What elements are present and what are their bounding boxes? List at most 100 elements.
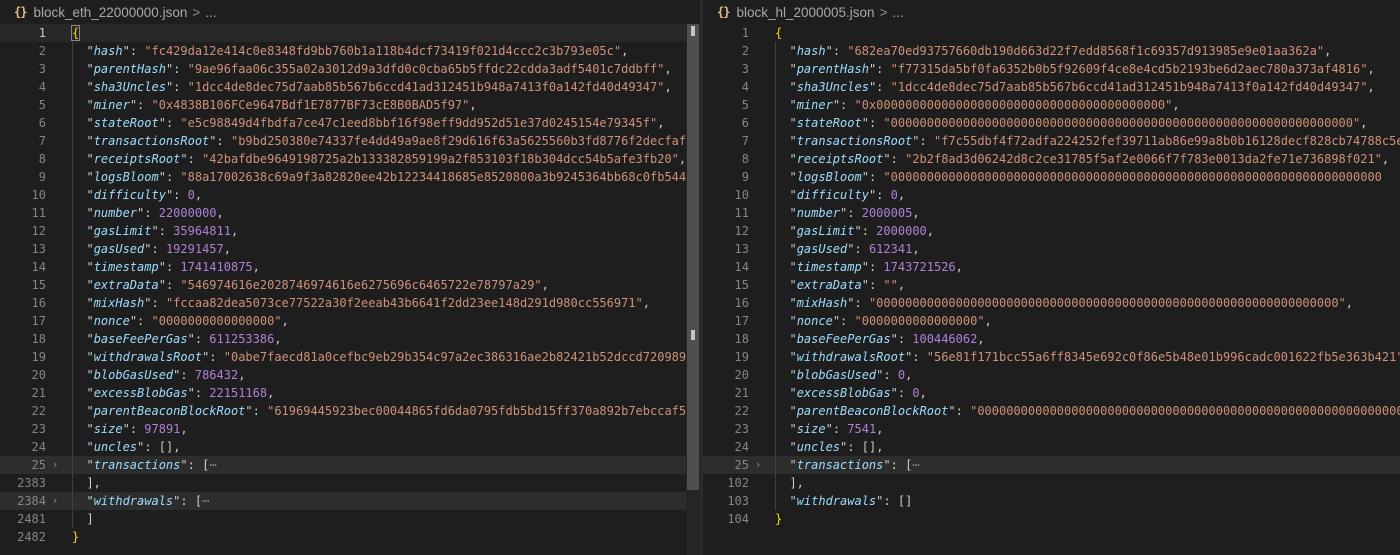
code-line[interactable]: 2481 ] [0,510,700,528]
code-line[interactable]: 8 "receiptsRoot": "2b2f8ad3d06242d8c2ce3… [703,150,1400,168]
code-line[interactable]: 24 "uncles": [], [703,438,1400,456]
code-line[interactable]: 6 "stateRoot": "e5c98849d4fbdfa7ce47c1ee… [0,114,700,132]
code-line[interactable]: 10 "difficulty": 0, [703,186,1400,204]
code-line[interactable]: 1{ [0,24,700,42]
right-editor-pane[interactable]: {} block_hl_2000005.json > ... 1{2 "hash… [703,0,1400,555]
code-line[interactable]: 11 "number": 2000005, [703,204,1400,222]
code-line[interactable]: 2384 › "withdrawals": [⋯ [0,492,700,510]
indent-guide [72,276,73,294]
code-line[interactable]: 23 "size": 7541, [703,420,1400,438]
code-line[interactable]: 4 "sha3Uncles": "1dcc4de8dec75d7aab85b56… [0,78,700,96]
left-breadcrumb-file[interactable]: block_eth_22000000.json [33,5,187,20]
code-line[interactable]: 8 "receiptsRoot": "42bafdbe9649198725a2b… [0,150,700,168]
code-line[interactable]: 14 "timestamp": 1743721526, [703,258,1400,276]
code-line[interactable]: 9 "logsBloom": "88a17002638c69a9f3a82820… [0,168,700,186]
code-line[interactable]: 104} [703,510,1400,528]
code-line[interactable]: 103 "withdrawals": [] [703,492,1400,510]
folded-ellipsis-icon[interactable]: ⋯ [202,494,209,508]
code-line[interactable]: 20 "blobGasUsed": 786432, [0,366,700,384]
code-line[interactable]: 6 "stateRoot": "000000000000000000000000… [703,114,1400,132]
quote: ": [173,494,195,508]
json-key: receiptsRoot [93,152,181,166]
code-line[interactable]: 17 "nonce": "0000000000000000", [703,312,1400,330]
breadcrumb-more[interactable]: ... [205,5,216,20]
code-line[interactable]: 9 "logsBloom": "000000000000000000000000… [703,168,1400,186]
indent-guide [72,78,73,96]
code-content: "excessBlobGas": 22151168, [64,384,274,402]
indent-guide [775,420,776,438]
code-line[interactable]: 16 "mixHash": "0000000000000000000000000… [703,294,1400,312]
quote: " [789,206,797,220]
code-content: "blobGasUsed": 0, [767,366,912,384]
line-number: 2481 [17,512,46,526]
left-vertical-scrollbar[interactable] [686,24,700,555]
code-line[interactable]: 102 ], [703,474,1400,492]
code-line[interactable]: 22 "parentBeaconBlockRoot": "61969445923… [0,402,700,420]
fold-chevron-icon[interactable]: › [46,492,64,510]
comma: , [1367,62,1375,76]
code-line[interactable]: 19 "withdrawalsRoot": "56e81f171bcc55a6f… [703,348,1400,366]
indent-guide [72,438,73,456]
quote: " [86,332,94,346]
code-line[interactable]: 3 "parentHash": "f77315da5bf0fa6352b0b5f… [703,60,1400,78]
code-line[interactable]: 13 "gasUsed": 612341, [703,240,1400,258]
code-line[interactable]: 12 "gasLimit": 35964811, [0,222,700,240]
right-breadcrumb-file[interactable]: block_hl_2000005.json [736,5,874,20]
fold-chevron-icon[interactable]: › [749,456,767,474]
folded-ellipsis-icon[interactable]: ⋯ [209,458,216,472]
gutter [749,114,767,132]
code-line[interactable]: 21 "excessBlobGas": 22151168, [0,384,700,402]
code-content: "withdrawals": [] [767,492,912,510]
comma: , [216,206,224,220]
code-line[interactable]: 5 "miner": "0x4838B106FCe9647Bdf1E7877BF… [0,96,700,114]
code-line[interactable]: 10 "difficulty": 0, [0,186,700,204]
code-line[interactable]: 13 "gasUsed": 19291457, [0,240,700,258]
code-line[interactable]: 20 "blobGasUsed": 0, [703,366,1400,384]
code-line[interactable]: 4 "sha3Uncles": "1dcc4de8dec75d7aab85b56… [703,78,1400,96]
folded-ellipsis-icon[interactable]: ⋯ [912,458,919,472]
code-line[interactable]: 2482} [0,528,700,546]
quote: " [86,98,94,112]
right-code-editor[interactable]: 1{2 "hash": "682ea70ed93757660db190d663d… [703,24,1400,555]
code-line[interactable]: 21 "excessBlobGas": 0, [703,384,1400,402]
left-code-editor[interactable]: 1{2 "hash": "fc429da12e414c0e8348fd9bb76… [0,24,700,555]
indent-guide [775,330,776,348]
gutter [46,528,64,546]
gutter [46,222,64,240]
code-line[interactable]: 19 "withdrawalsRoot": "0abe7faecd81a0cef… [0,348,700,366]
code-line[interactable]: 2383 ], [0,474,700,492]
code-line[interactable]: 7 "transactionsRoot": "f7c55dbf4f72adfa2… [703,132,1400,150]
breadcrumb-more[interactable]: ... [892,5,903,20]
code-line[interactable]: 15 "extraData": "546974616e2028746974616… [0,276,700,294]
code-line[interactable]: 18 "baseFeePerGas": 611253386, [0,330,700,348]
code-line[interactable]: 15 "extraData": "", [703,276,1400,294]
json-key: miner [93,98,130,112]
code-line[interactable]: 2 "hash": "fc429da12e414c0e8348fd9bb760b… [0,42,700,60]
left-scrollbar-thumb[interactable] [687,24,699,490]
code-content: "uncles": [], [767,438,883,456]
code-content: "gasUsed": 612341, [767,240,919,258]
code-line[interactable]: 5 "miner": "0x00000000000000000000000000… [703,96,1400,114]
comma: , [905,368,913,382]
code-line[interactable]: 7 "transactionsRoot": "b9bd250380e74337f… [0,132,700,150]
code-line[interactable]: 14 "timestamp": 1741410875, [0,258,700,276]
code-line[interactable]: 11 "number": 22000000, [0,204,700,222]
fold-chevron-icon[interactable]: › [46,456,64,474]
code-line[interactable]: 18 "baseFeePerGas": 100446062, [703,330,1400,348]
code-line[interactable]: 25 › "transactions": [⋯ [703,456,1400,474]
quote: " [86,152,94,166]
code-line[interactable]: 1{ [703,24,1400,42]
code-line[interactable]: 16 "mixHash": "fccaa82dea5073ce77522a30f… [0,294,700,312]
code-line[interactable]: 2 "hash": "682ea70ed93757660db190d663d22… [703,42,1400,60]
code-line[interactable]: 23 "size": 97891, [0,420,700,438]
code-line[interactable]: 24 "uncles": [], [0,438,700,456]
json-key: timestamp [93,260,159,274]
code-line[interactable]: 17 "nonce": "0000000000000000", [0,312,700,330]
left-editor-pane[interactable]: {} block_eth_22000000.json > ... 1{2 "ha… [0,0,700,555]
comma: , [281,314,289,328]
code-line[interactable]: 3 "parentHash": "9ae96faa06c355a02a3012d… [0,60,700,78]
comma: , [1324,44,1332,58]
code-line[interactable]: 12 "gasLimit": 2000000, [703,222,1400,240]
code-line[interactable]: 25 › "transactions": [⋯ [0,456,700,474]
code-line[interactable]: 22 "parentBeaconBlockRoot": "00000000000… [703,402,1400,420]
